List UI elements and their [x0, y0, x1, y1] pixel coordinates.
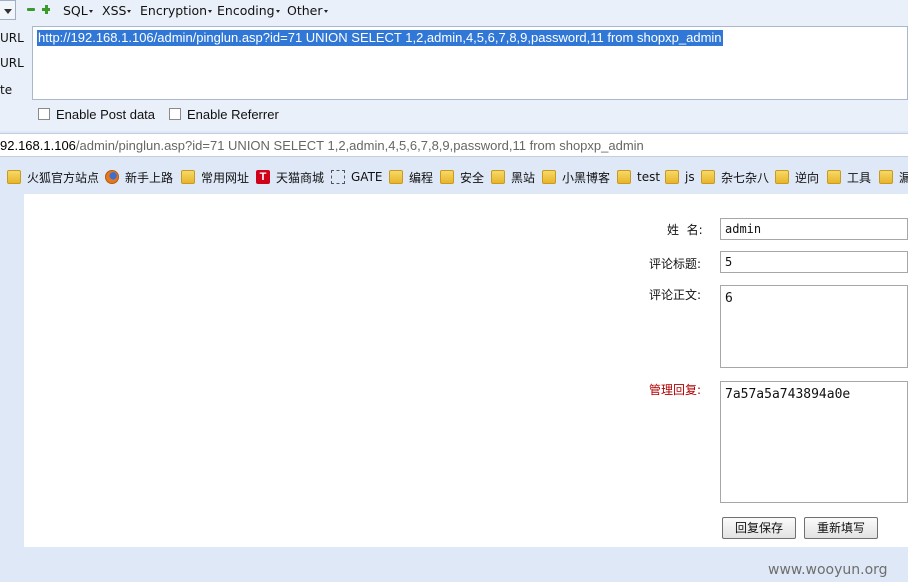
hackbar-load-dropdown[interactable] [0, 0, 16, 20]
firefox-icon [105, 170, 119, 184]
name-label: 姓 名: [667, 223, 703, 237]
comment-body-textarea[interactable]: 6 [720, 285, 908, 368]
dashed-box-icon [331, 170, 345, 184]
folder-icon [389, 170, 403, 184]
bookmark-item[interactable]: GATE [331, 169, 383, 185]
enable-referrer-checkbox[interactable] [169, 108, 181, 120]
chevron-down-icon [208, 10, 213, 13]
folder-icon [491, 170, 505, 184]
save-reply-button[interactable]: 回复保存 [722, 517, 796, 539]
folder-icon [701, 170, 715, 184]
page-content: 姓 名: admin 评论标题: 5 评论正文: 6 管理回复: 7a57a5a… [24, 194, 908, 547]
bookmark-item[interactable]: 黑站 [491, 169, 535, 185]
chevron-down-icon [127, 10, 132, 13]
chevron-down-icon [4, 9, 12, 14]
menu-encryption[interactable]: Encryption [140, 3, 213, 18]
folder-icon [181, 170, 195, 184]
bookmark-item[interactable]: js [665, 169, 695, 185]
admin-reply-textarea[interactable]: 7a57a5a743894a0e [720, 381, 908, 503]
comment-body-label: 评论正文: [649, 288, 702, 302]
hackbar-url-textarea[interactable]: http://192.168.1.106/admin/pinglun.asp?i… [32, 26, 908, 100]
hackbar-panel: SQL XSS Encryption Encoding Other URL UR… [0, 0, 908, 131]
bookmark-item[interactable]: 常用网址 [181, 169, 249, 185]
bookmark-item[interactable]: 杂七杂八 [701, 169, 769, 185]
load-url-label[interactable]: URL [0, 31, 24, 45]
hackbar-url-value: http://192.168.1.106/admin/pinglun.asp?i… [37, 30, 723, 46]
enable-post-label: Enable Post data [56, 107, 156, 122]
minus-icon[interactable] [26, 4, 36, 14]
enable-post-checkbox[interactable] [38, 108, 50, 120]
folder-icon [440, 170, 454, 184]
folder-icon [617, 170, 631, 184]
bookmark-item[interactable]: T 天猫商城 [256, 169, 324, 185]
watermark: www.wooyun.org [768, 562, 888, 578]
chevron-down-icon [275, 10, 280, 13]
menu-encoding[interactable]: Encoding [217, 3, 280, 18]
bookmark-item[interactable]: 小黑博客 [542, 169, 610, 185]
address-host: 92.168.1.106 [0, 138, 76, 153]
bookmark-item[interactable]: 漏 [879, 169, 908, 185]
bookmark-item[interactable]: 新手上路 [105, 169, 173, 185]
address-url: 92.168.1.106/admin/pinglun.asp?id=71 UNI… [0, 138, 644, 153]
chevron-down-icon [88, 10, 93, 13]
address-bar[interactable]: 92.168.1.106/admin/pinglun.asp?id=71 UNI… [0, 133, 908, 157]
comment-title-label: 评论标题: [649, 257, 702, 271]
bookmark-item[interactable]: 火狐官方站点 [7, 169, 99, 185]
menu-sql[interactable]: SQL [63, 3, 93, 18]
folder-icon [665, 170, 679, 184]
bookmark-item[interactable]: 安全 [440, 169, 484, 185]
bookmark-item[interactable]: 编程 [389, 169, 433, 185]
folder-icon [775, 170, 789, 184]
admin-reply-label: 管理回复: [649, 383, 702, 397]
plus-icon[interactable] [41, 4, 51, 14]
bookmarks-toolbar: 火狐官方站点 新手上路 常用网址 T 天猫商城 GATE 编程 安全 黑站 小黑博… [0, 159, 908, 194]
comment-title-field[interactable]: 5 [720, 251, 908, 273]
name-field[interactable]: admin [720, 218, 908, 240]
menu-other[interactable]: Other [287, 3, 328, 18]
chevron-down-icon [323, 10, 328, 13]
address-path: /admin/pinglun.asp?id=71 UNION SELECT 1,… [75, 138, 644, 153]
bookmark-item[interactable]: 逆向 [775, 169, 819, 185]
menu-xss[interactable]: XSS [102, 3, 132, 18]
tmall-icon: T [256, 170, 270, 184]
hackbar-toolbar: SQL XSS Encryption Encoding Other [0, 0, 908, 21]
split-url-label[interactable]: URL [0, 56, 24, 70]
folder-icon [827, 170, 841, 184]
folder-icon [542, 170, 556, 184]
enable-referrer-label: Enable Referrer [187, 107, 279, 122]
bookmark-item[interactable]: 工具 [827, 169, 871, 185]
folder-icon [7, 170, 21, 184]
folder-icon [879, 170, 893, 184]
reset-button[interactable]: 重新填写 [804, 517, 878, 539]
bookmark-item[interactable]: test [617, 169, 660, 185]
execute-label[interactable]: te [0, 83, 12, 97]
